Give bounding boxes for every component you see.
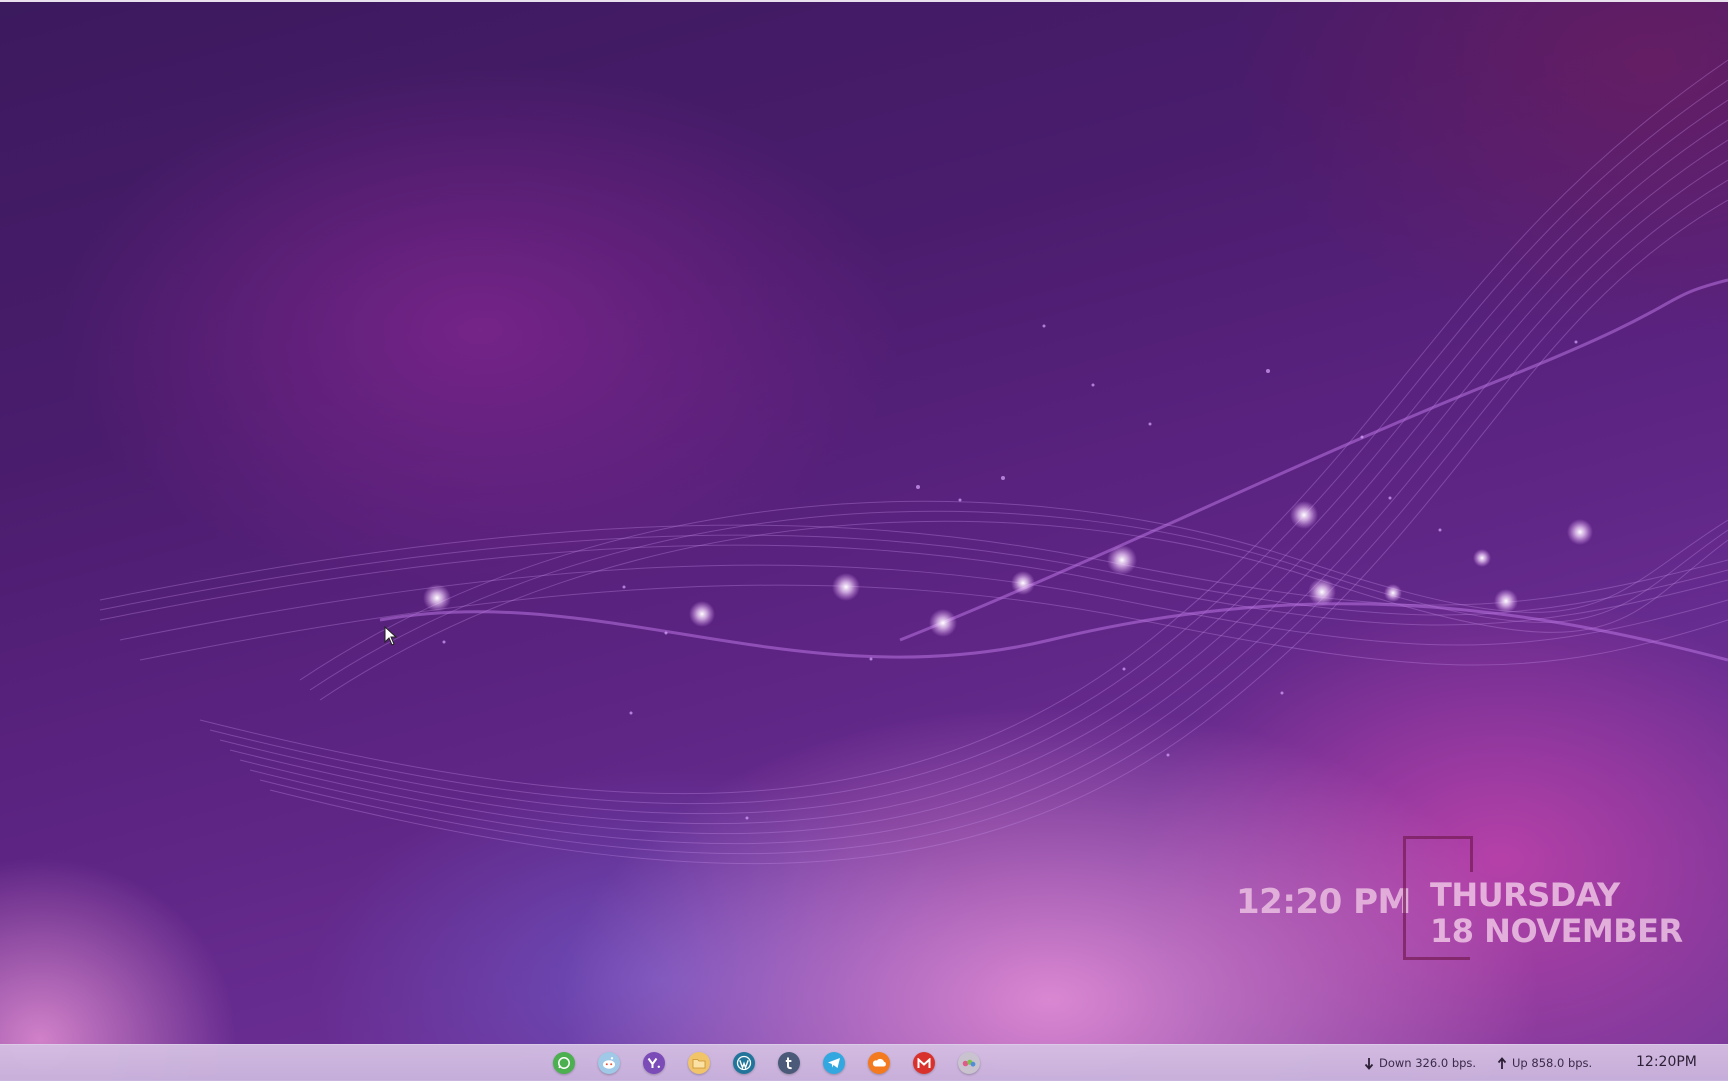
widget-day: THURSDAY [1430,876,1620,914]
telegram-icon[interactable] [823,1052,845,1074]
network-up-label: Up 858.0 bps. [1512,1056,1593,1070]
folder-icon[interactable] [688,1052,710,1074]
gmail-icon[interactable] [913,1052,935,1074]
reddit-icon[interactable] [598,1052,620,1074]
tumblr-icon[interactable] [778,1052,800,1074]
tray-clock[interactable]: 12:20PM [1636,1054,1697,1070]
mouse-cursor-icon [384,626,398,646]
yahoo-icon[interactable] [643,1052,665,1074]
dock [553,1052,980,1074]
network-up-indicator: Up 858.0 bps. [1497,1056,1592,1070]
taskbar: Down 326.0 bps. Up 858.0 bps. 12:20PM [0,1044,1728,1081]
wordpress-icon[interactable] [733,1052,755,1074]
app-icon[interactable] [958,1052,980,1074]
network-down-label: Down 326.0 bps. [1379,1056,1477,1070]
widget-bracket-tick [1470,836,1473,872]
desktop[interactable]: 12:20 PM THURSDAY 18 NOVEMBER [0,0,1728,1080]
widget-date: 18 NOVEMBER [1430,912,1683,950]
network-down-indicator: Down 326.0 bps. [1364,1056,1476,1070]
arrow-down-icon [1364,1057,1374,1070]
whatsapp-icon[interactable] [553,1052,575,1074]
arrow-up-icon [1497,1056,1507,1069]
widget-time: 12:20 PM [1236,882,1411,922]
clock-widget: 12:20 PM THURSDAY 18 NOVEMBER [1230,830,1683,970]
soundcloud-icon[interactable] [868,1052,890,1074]
